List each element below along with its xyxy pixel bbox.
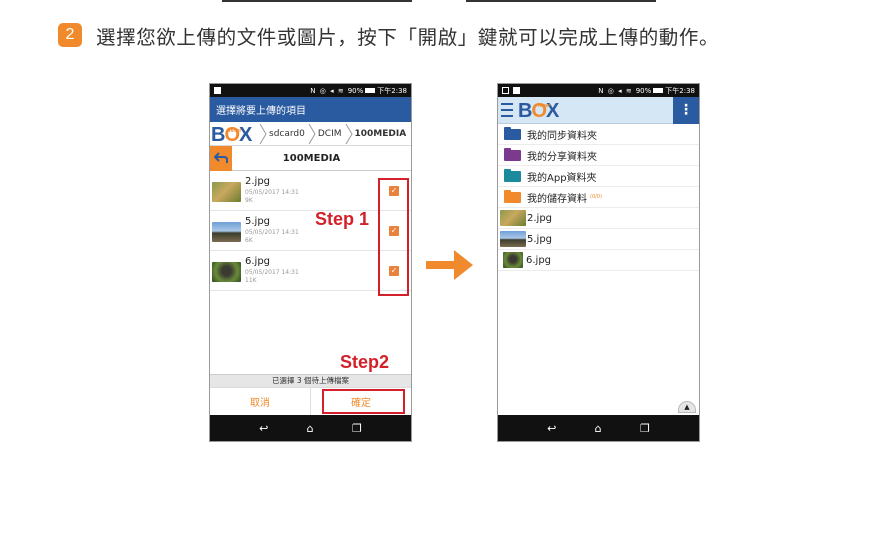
folder-sync-icon bbox=[504, 126, 521, 140]
battery-icon bbox=[653, 88, 664, 93]
image-thumbnail bbox=[503, 252, 523, 268]
folder-label: 我的App資料夾 bbox=[527, 172, 597, 184]
breadcrumb: hinet BOX sdcard0 DCIM 100MEDIA bbox=[210, 122, 411, 146]
file-name: 5.jpg bbox=[527, 233, 553, 245]
phone-screen-box-home: N ◎ ◂ ≋ 90% 下午2:38 hinet BOX ⋮ 我的同步資料夾 我的… bbox=[497, 83, 700, 442]
back-nav-icon[interactable]: ↩ bbox=[547, 422, 556, 435]
chevron-right-icon bbox=[308, 123, 316, 144]
folder-app-icon bbox=[504, 168, 521, 182]
current-folder-bar: 100MEDIA bbox=[210, 145, 411, 171]
breadcrumb-dcim[interactable]: DCIM bbox=[316, 122, 345, 146]
file-date: 05/05/2017 14:31 bbox=[245, 189, 299, 196]
more-options-icon[interactable]: ⋮ bbox=[673, 97, 699, 124]
status-bar: N ◎ ◂ ≋ 90% 下午2:38 bbox=[498, 84, 699, 97]
file-size: 6K bbox=[245, 237, 253, 244]
step1-highlight-box bbox=[378, 178, 409, 296]
image-thumbnail bbox=[500, 231, 526, 247]
battery-icon bbox=[365, 88, 376, 93]
back-nav-icon[interactable]: ↩ bbox=[259, 422, 268, 435]
screen-title: 選擇將要上傳的項目 bbox=[210, 97, 411, 122]
step-number-badge: 2 bbox=[58, 23, 82, 47]
instruction-text: 選擇您欲上傳的文件或圖片，按下「開啟」鍵就可以完成上傳的動作。 bbox=[96, 25, 720, 49]
folder-list: 我的同步資料夾 我的分享資料夾 我的App資料夾 我的儲存資料 (0/0) 2.… bbox=[498, 124, 699, 271]
hamburger-menu-icon[interactable] bbox=[501, 103, 513, 117]
image-thumbnail bbox=[212, 222, 241, 242]
file-size: 9K bbox=[245, 197, 253, 204]
cancel-button[interactable]: 取消 bbox=[210, 388, 310, 415]
chevron-right-icon bbox=[345, 123, 353, 144]
home-nav-icon[interactable]: ⌂ bbox=[595, 422, 602, 435]
android-nav-bar: ↩ ⌂ ❐ bbox=[498, 415, 699, 441]
file-date: 05/05/2017 14:31 bbox=[245, 269, 299, 276]
status-bar: N ◎ ◂ ≋ 90% 下午2:38 bbox=[210, 84, 411, 97]
list-item[interactable]: 我的同步資料夾 bbox=[498, 124, 699, 145]
recents-nav-icon[interactable]: ❐ bbox=[640, 422, 650, 435]
notification-icon bbox=[513, 87, 520, 94]
folder-label: 我的儲存資料 bbox=[527, 193, 587, 205]
back-arrow-icon bbox=[214, 152, 228, 163]
instruction-row: 2 選擇您欲上傳的文件或圖片，按下「開啟」鍵就可以完成上傳的動作。 bbox=[58, 22, 720, 49]
list-item[interactable]: 我的App資料夾 bbox=[498, 166, 699, 187]
storage-quota: (0/0) bbox=[590, 194, 602, 200]
battery-level: 90% bbox=[635, 86, 652, 95]
box-logo: hinet BOX bbox=[518, 100, 559, 122]
app-header: hinet BOX ⋮ bbox=[498, 97, 699, 124]
file-size: 11K bbox=[245, 277, 257, 284]
image-thumbnail bbox=[212, 262, 241, 282]
file-name: 6.jpg bbox=[526, 254, 552, 266]
box-logo: hinet BOX bbox=[211, 124, 252, 146]
breadcrumb-100media[interactable]: 100MEDIA bbox=[353, 122, 410, 146]
status-icons: N ◎ ◂ ≋ bbox=[598, 86, 633, 95]
storage-icon bbox=[504, 189, 521, 203]
android-nav-bar: ↩ ⌂ ❐ bbox=[210, 415, 411, 441]
list-item[interactable]: 我的分享資料夾 bbox=[498, 145, 699, 166]
chevron-right-icon bbox=[259, 123, 267, 144]
home-nav-icon[interactable]: ⌂ bbox=[307, 422, 314, 435]
folder-label: 我的分享資料夾 bbox=[527, 151, 597, 163]
file-name: 6.jpg bbox=[245, 256, 271, 267]
selection-status: 已選擇 3 個待上傳檔案 bbox=[210, 374, 411, 387]
file-name: 2.jpg bbox=[527, 212, 553, 224]
battery-level: 90% bbox=[347, 86, 364, 95]
folder-label: 我的同步資料夾 bbox=[527, 130, 597, 142]
step2-label: Step2 bbox=[340, 352, 390, 372]
scroll-top-button[interactable]: ▲ bbox=[678, 401, 696, 413]
folder-share-icon bbox=[504, 147, 521, 161]
back-button[interactable] bbox=[210, 145, 232, 171]
file-date: 05/05/2017 14:31 bbox=[245, 229, 299, 236]
step2-highlight-box bbox=[322, 389, 405, 414]
list-item[interactable]: 6.jpg bbox=[498, 250, 699, 271]
top-divider-right bbox=[466, 0, 656, 2]
folder-title: 100MEDIA bbox=[282, 152, 341, 164]
list-item[interactable]: 5.jpg bbox=[498, 229, 699, 250]
file-name: 5.jpg bbox=[245, 216, 271, 227]
file-name: 2.jpg bbox=[245, 176, 271, 187]
image-thumbnail bbox=[212, 182, 241, 202]
image-thumbnail bbox=[500, 210, 526, 226]
recents-nav-icon[interactable]: ❐ bbox=[352, 422, 362, 435]
list-item[interactable]: 我的儲存資料 (0/0) bbox=[498, 187, 699, 208]
list-item[interactable]: 2.jpg bbox=[498, 208, 699, 229]
status-icons: N ◎ ◂ ≋ bbox=[310, 86, 345, 95]
clock: 下午2:38 bbox=[377, 86, 407, 95]
notification-icon bbox=[214, 87, 221, 94]
clock: 下午2:38 bbox=[665, 86, 695, 95]
step1-label: Step 1 bbox=[315, 209, 370, 229]
breadcrumb-sdcard0[interactable]: sdcard0 bbox=[267, 122, 308, 146]
notification-icon bbox=[502, 87, 509, 94]
top-divider-left bbox=[222, 0, 412, 2]
arrow-right-icon bbox=[426, 250, 473, 280]
